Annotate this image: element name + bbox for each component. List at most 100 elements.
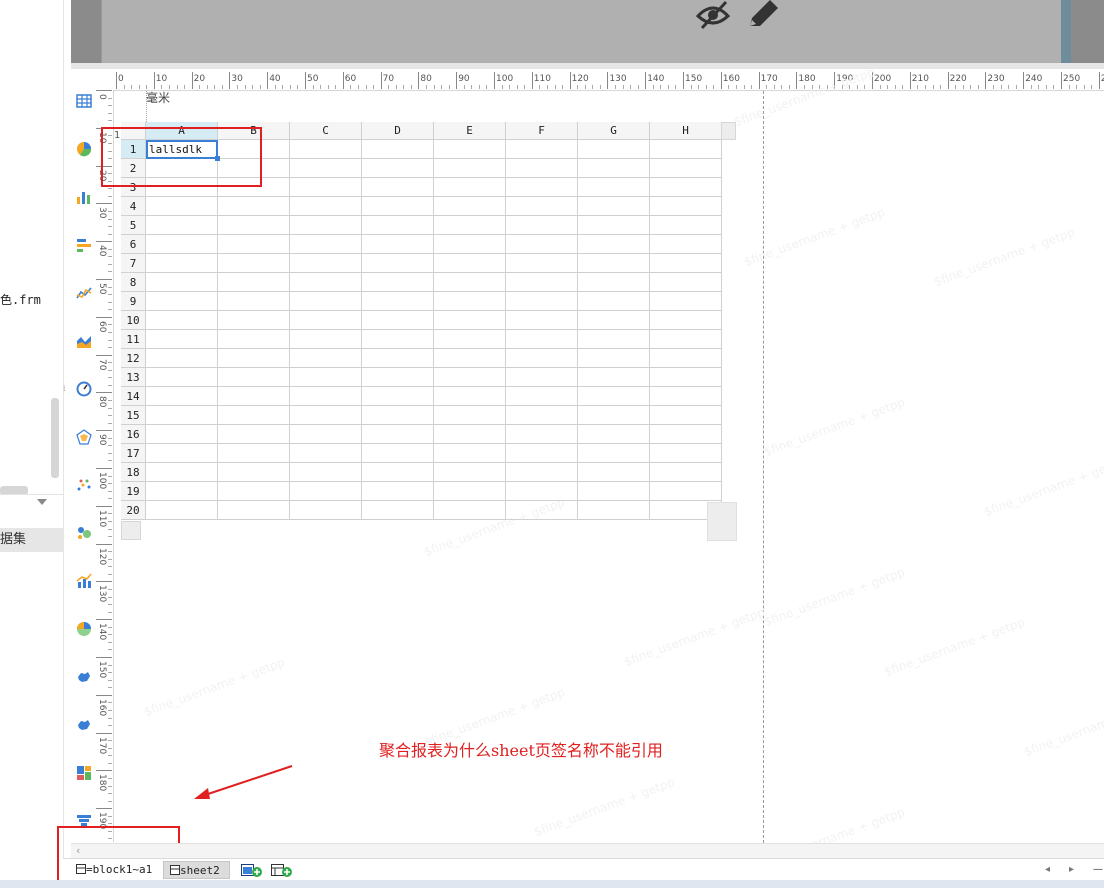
grid-cell[interactable] [650, 311, 722, 330]
grid-cell[interactable] [434, 254, 506, 273]
grid-cell[interactable] [218, 482, 290, 501]
grid-cell[interactable] [146, 273, 218, 292]
grid-cell[interactable] [146, 311, 218, 330]
grid-cell[interactable] [290, 311, 362, 330]
grid-cell[interactable] [650, 387, 722, 406]
grid-cell[interactable] [650, 444, 722, 463]
grid-cell[interactable] [146, 235, 218, 254]
grid-cell[interactable] [650, 140, 722, 159]
grid-cell[interactable] [362, 463, 434, 482]
pie-chart-icon[interactable] [76, 141, 92, 157]
grid-cell[interactable] [506, 425, 578, 444]
grid-cell[interactable] [290, 273, 362, 292]
grid-cell[interactable] [362, 311, 434, 330]
grid-cell[interactable] [578, 368, 650, 387]
grid-cell[interactable] [218, 273, 290, 292]
column-header-g[interactable]: G [578, 122, 650, 140]
grid-cell[interactable] [218, 368, 290, 387]
grid-cell[interactable] [290, 349, 362, 368]
row-header[interactable]: 17 [121, 444, 146, 463]
grid-cell[interactable] [650, 216, 722, 235]
grid-cell[interactable] [290, 368, 362, 387]
grid-cell[interactable] [218, 292, 290, 311]
grid-cell[interactable] [434, 140, 506, 159]
column-header-d[interactable]: D [362, 122, 434, 140]
tab-block1[interactable]: =block1~a1 [76, 861, 160, 879]
grid-cell[interactable] [362, 235, 434, 254]
grid-cell[interactable] [146, 197, 218, 216]
grid-cell[interactable] [506, 444, 578, 463]
grid-cell[interactable] [290, 159, 362, 178]
grid-cell[interactable] [290, 406, 362, 425]
grid-vertical-scrollbar[interactable] [721, 122, 736, 140]
grid-cell[interactable] [218, 406, 290, 425]
grid-cell[interactable] [362, 349, 434, 368]
grid-cell[interactable] [506, 159, 578, 178]
bar-chart-icon[interactable] [76, 189, 92, 205]
grid-cell[interactable] [506, 216, 578, 235]
grid-cell[interactable] [650, 273, 722, 292]
zoom-out-icon[interactable]: — [1093, 864, 1103, 875]
grid-cell[interactable] [434, 216, 506, 235]
grid-cell[interactable] [146, 216, 218, 235]
grid-cell[interactable] [290, 482, 362, 501]
grid-cell[interactable] [434, 482, 506, 501]
column-header-c[interactable]: C [290, 122, 362, 140]
grid-cell[interactable] [650, 349, 722, 368]
grid-cell[interactable] [506, 235, 578, 254]
row-header[interactable]: 19 [121, 482, 146, 501]
tab-sheet2[interactable]: sheet2 [163, 861, 230, 879]
row-header[interactable]: 10 [121, 311, 146, 330]
grid-cell[interactable] [218, 330, 290, 349]
grid-cell[interactable] [578, 292, 650, 311]
grid-cell[interactable] [362, 425, 434, 444]
grid-cell[interactable] [362, 216, 434, 235]
grid-cell[interactable] [578, 349, 650, 368]
grid-cell[interactable] [578, 387, 650, 406]
grid-cell[interactable] [434, 463, 506, 482]
grid-horizontal-scrollbar[interactable] [121, 521, 141, 540]
horizontal-bar-icon[interactable] [76, 237, 92, 253]
grid-cell[interactable] [578, 178, 650, 197]
row-header[interactable]: 14 [121, 387, 146, 406]
grid-cell[interactable] [506, 273, 578, 292]
grid-cell[interactable] [290, 387, 362, 406]
grid-cell[interactable] [362, 387, 434, 406]
pencil-icon[interactable] [750, 0, 778, 26]
grid-cell[interactable] [578, 159, 650, 178]
grid-cell[interactable] [506, 330, 578, 349]
grid-cell[interactable] [650, 330, 722, 349]
grid-cell[interactable] [434, 330, 506, 349]
tab-prev-icon[interactable]: ◂ [1045, 864, 1050, 875]
grid-cell[interactable] [506, 178, 578, 197]
grid-cell[interactable] [146, 330, 218, 349]
grid-cell[interactable] [506, 463, 578, 482]
scroll-left-icon[interactable]: ‹ [76, 845, 86, 857]
grid-cell[interactable] [578, 140, 650, 159]
grid-cell[interactable] [578, 197, 650, 216]
grid-cell[interactable] [434, 501, 506, 520]
bubble-icon[interactable] [76, 525, 92, 541]
hidden-eye-icon[interactable] [695, 0, 731, 30]
grid-cell[interactable] [290, 197, 362, 216]
grid-cell[interactable] [146, 254, 218, 273]
gauge-icon[interactable] [76, 381, 92, 397]
grid-cell[interactable] [650, 482, 722, 501]
column-header-f[interactable]: F [506, 122, 578, 140]
grid-cell[interactable] [506, 387, 578, 406]
grid-cell[interactable] [218, 425, 290, 444]
grid-cell[interactable] [578, 273, 650, 292]
grid-cell[interactable] [218, 311, 290, 330]
grid-cell[interactable] [218, 349, 290, 368]
grid-cell[interactable] [362, 444, 434, 463]
grid-cell[interactable] [290, 216, 362, 235]
grid-cell[interactable] [218, 501, 290, 520]
row-header[interactable]: 6 [121, 235, 146, 254]
preview-scrollbar[interactable] [1061, 0, 1071, 63]
table-icon[interactable] [76, 93, 92, 109]
add-report-sheet-icon[interactable] [241, 864, 263, 878]
row-header[interactable]: 15 [121, 406, 146, 425]
grid-cell[interactable] [578, 501, 650, 520]
grid-cell[interactable] [362, 254, 434, 273]
area-chart-icon[interactable] [76, 333, 92, 349]
